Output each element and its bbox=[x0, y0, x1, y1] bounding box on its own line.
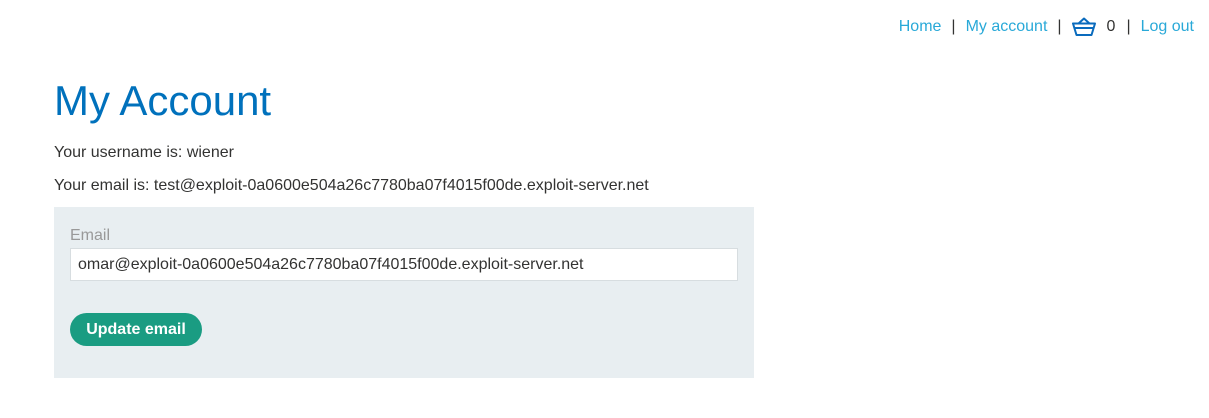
nav-separator: | bbox=[1126, 18, 1131, 35]
email-label: Email bbox=[70, 227, 111, 244]
email-info: Your email is: test@exploit-0a0600e504a2… bbox=[54, 177, 649, 194]
my-account-link[interactable]: My account bbox=[966, 18, 1048, 36]
email-field[interactable] bbox=[70, 248, 738, 281]
log-out-link[interactable]: Log out bbox=[1141, 18, 1194, 36]
nav-separator: | bbox=[951, 18, 956, 35]
top-navigation: Home | My account | 0 | Log out bbox=[899, 17, 1194, 37]
change-email-form: Email Update email bbox=[54, 207, 754, 378]
cart-link[interactable]: 0 bbox=[1071, 17, 1127, 37]
home-link[interactable]: Home bbox=[899, 18, 942, 36]
page-title: My Account bbox=[54, 77, 272, 124]
cart-count: 0 bbox=[1106, 18, 1116, 35]
nav-separator: | bbox=[1057, 18, 1062, 35]
update-email-button[interactable]: Update email bbox=[70, 313, 202, 346]
basket-icon bbox=[1071, 17, 1096, 36]
username-info: Your username is: wiener bbox=[54, 144, 234, 161]
